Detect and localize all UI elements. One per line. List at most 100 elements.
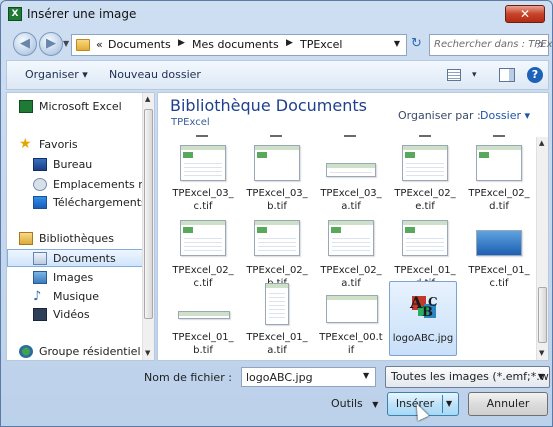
breadcrumb-overflow[interactable]: «	[96, 38, 103, 51]
file-item[interactable]: TPExcel_01_b.tif	[170, 283, 238, 358]
row-divider	[270, 135, 282, 137]
split-divider	[442, 395, 443, 413]
file-thumbnail	[254, 145, 300, 181]
file-name: TPExcel_01_a.tif	[246, 332, 308, 356]
sidebar-item-microsoft-excel[interactable]: Microsoft Excel	[7, 98, 144, 116]
search-icon[interactable]: ⌕	[537, 37, 544, 52]
arrange-by-dropdown[interactable]: Dossier ▾	[480, 109, 530, 122]
command-bar: Organiser ▾ Nouveau dossier ▾ ?	[6, 60, 549, 90]
file-name: TPExcel_00.tif	[319, 332, 383, 356]
search-input[interactable]: Rechercher dans : TPExc... ⌕	[429, 34, 553, 56]
folder-icon	[76, 39, 90, 51]
title-bar: X Insérer une image ✕	[1, 1, 552, 27]
refresh-icon[interactable]: ↻	[411, 36, 422, 51]
sidebar-item-bureau[interactable]: Bureau	[7, 156, 144, 174]
sidebar-item-bibliotheques[interactable]: Bibliothèques	[7, 230, 144, 248]
sidebar-item-label: Emplacements ré	[53, 178, 150, 191]
view-dropdown-icon[interactable]: ▾	[472, 70, 477, 80]
breadcrumb-documents[interactable]: Documents	[108, 38, 171, 51]
documents-icon	[33, 252, 47, 265]
file-thumbnail	[328, 220, 374, 256]
insert-image-dialog: X Insérer une image ✕ ◀ ▶ ▼ « Documents …	[0, 0, 553, 427]
sidebar-item-groupe-residentiel[interactable]: Groupe résidentiel	[7, 343, 144, 360]
logo-abc-thumbnail: A B C	[409, 293, 438, 320]
file-item[interactable]: TPExcel_03_b.tif	[244, 139, 312, 214]
file-item[interactable]: TPExcel_01_c.tif	[466, 216, 534, 291]
file-name: TPExcel_03_b.tif	[246, 188, 308, 212]
file-item[interactable]: TPExcel_02_c.tif	[170, 216, 238, 291]
organize-menu-button[interactable]: Organiser ▾	[25, 68, 88, 81]
sidebar-item-musique[interactable]: ♪ Musique	[7, 288, 144, 306]
file-item[interactable]: TPExcel_00.tif	[318, 283, 386, 358]
sidebar-item-telechargements[interactable]: Téléchargements	[7, 194, 147, 212]
file-item[interactable]: TPExcel_03_a.tif	[318, 139, 386, 214]
breadcrumb-separator-icon[interactable]: ▶	[178, 38, 185, 48]
help-icon[interactable]: ?	[527, 67, 543, 83]
file-item[interactable]: TPExcel_03_c.tif	[170, 139, 238, 214]
file-item[interactable]: TPExcel_01_a.tif	[244, 283, 312, 358]
file-item[interactable]: TPExcel_02_e.tif	[392, 139, 460, 214]
breadcrumb-tpexcel[interactable]: TPExcel	[300, 38, 343, 51]
view-mode-icon[interactable]	[447, 69, 461, 81]
file-type-select[interactable]: Toutes les images (*.emf;*.w ▼	[385, 366, 550, 388]
file-item[interactable]: TPExcel_01_d.tif	[392, 216, 460, 291]
new-folder-button[interactable]: Nouveau dossier	[109, 68, 201, 81]
history-dropdown-icon[interactable]: ▼	[63, 39, 69, 48]
address-dropdown-icon[interactable]: ▼	[394, 39, 400, 48]
scroll-down-icon[interactable]: ▼	[145, 349, 150, 357]
sidebar-item-label: Groupe résidentiel	[39, 345, 141, 358]
pictures-icon	[33, 271, 47, 284]
file-name: TPExcel_03_c.tif	[172, 188, 234, 212]
row-divider	[419, 135, 431, 137]
music-icon: ♪	[33, 289, 42, 304]
file-thumbnail	[180, 145, 226, 181]
file-list-scrollbar[interactable]: ▲ ▼	[536, 137, 548, 360]
address-bar[interactable]: « Documents ▶ Mes documents ▶ TPExcel ▼	[71, 34, 407, 56]
svg-text:C: C	[428, 295, 438, 309]
back-button[interactable]: ◀	[13, 32, 37, 56]
file-item[interactable]: TPExcel_02_d.tif	[466, 139, 534, 214]
scroll-up-icon[interactable]: ▲	[539, 139, 544, 147]
sidebar-item-label: Favoris	[39, 138, 78, 151]
file-name: TPExcel_02_d.tif	[468, 188, 530, 212]
scrollbar-thumb[interactable]	[538, 287, 547, 343]
file-item[interactable]: TPExcel_02_a.tif	[318, 216, 386, 291]
filename-input[interactable]: logoABC.jpg	[241, 367, 376, 387]
close-button[interactable]: ✕	[505, 5, 545, 23]
file-thumbnail	[326, 163, 376, 177]
scroll-up-icon[interactable]: ▲	[145, 95, 150, 103]
file-thumbnail	[476, 145, 522, 181]
arrange-by-label: Organiser par :	[398, 109, 481, 122]
sidebar-item-images[interactable]: Images	[7, 269, 144, 287]
file-item[interactable]: TPExcel_02_b.tif	[244, 216, 312, 291]
chevron-down-icon: ▼	[537, 372, 544, 381]
scroll-down-icon[interactable]: ▼	[539, 349, 544, 357]
forward-button[interactable]: ▶	[39, 32, 63, 56]
sidebar-item-emplacements-recents[interactable]: Emplacements ré	[7, 176, 149, 194]
sidebar-item-label: Documents	[53, 252, 116, 265]
file-item-selected[interactable]: A B C logoABC.jpg	[389, 281, 457, 356]
recent-places-icon	[33, 178, 47, 191]
file-thumbnail	[178, 311, 230, 319]
sidebar-item-documents[interactable]: Documents	[7, 249, 144, 267]
file-thumbnail	[402, 220, 448, 256]
breadcrumb-mes-documents[interactable]: Mes documents	[192, 38, 279, 51]
star-icon: ★	[19, 136, 32, 152]
breadcrumb-separator-icon[interactable]: ▶	[286, 38, 293, 48]
preview-pane-icon[interactable]	[499, 68, 515, 82]
file-thumbnail	[180, 220, 226, 256]
scrollbar-thumb[interactable]	[144, 109, 153, 319]
filename-dropdown-icon[interactable]: ▼	[363, 371, 369, 380]
tools-button[interactable]: Outils ▼	[331, 397, 378, 410]
library-title: Bibliothèque Documents	[170, 96, 367, 115]
tools-label: Outils	[331, 397, 363, 410]
sidebar-item-videos[interactable]: Vidéos	[7, 306, 144, 324]
sidebar-item-favoris[interactable]: ★ Favoris	[7, 136, 144, 154]
excel-app-icon: X	[8, 7, 22, 21]
file-name: logoABC.jpg	[392, 333, 454, 344]
sidebar-scrollbar[interactable]: ▲ ▼	[142, 93, 154, 360]
row-divider	[493, 135, 505, 137]
insert-options-icon[interactable]: ▼	[446, 399, 452, 408]
file-type-value: Toutes les images (*.emf;*.w	[391, 370, 549, 383]
cancel-button[interactable]: Annuler	[468, 392, 548, 416]
